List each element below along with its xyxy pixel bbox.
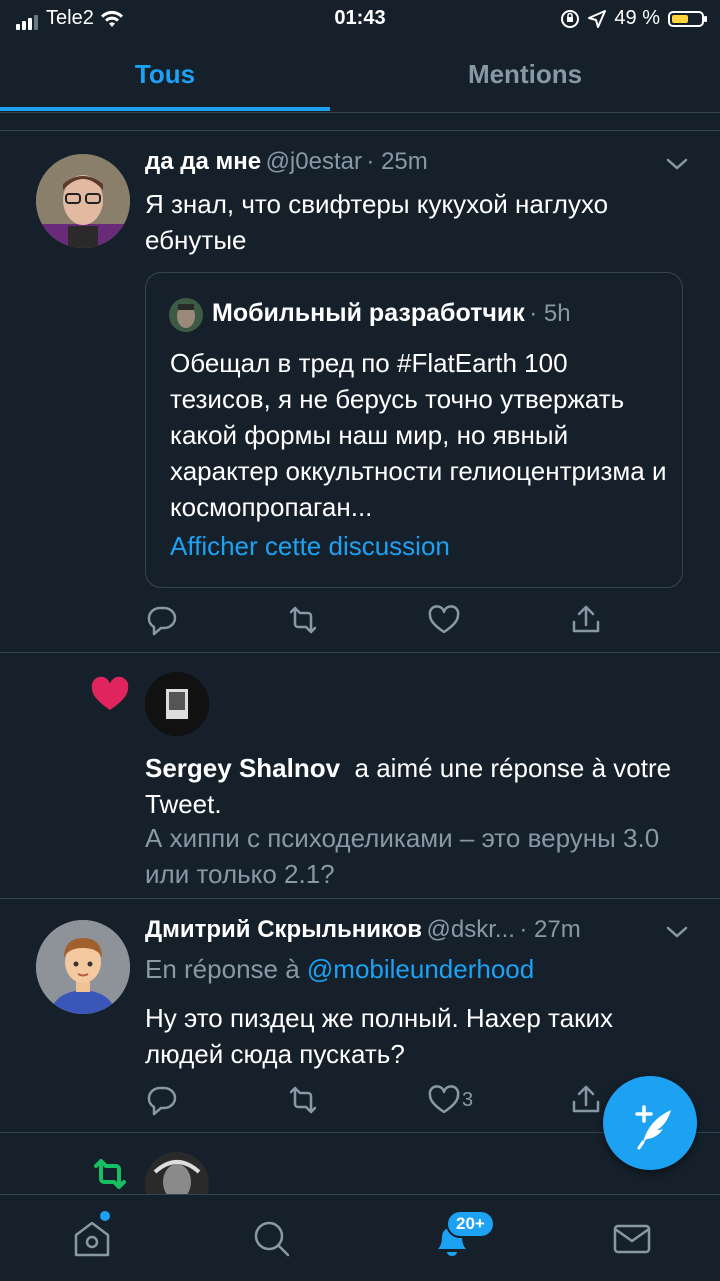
location-icon (588, 9, 607, 28)
retweet-notification-icon (94, 1159, 126, 1189)
notification-tabs: Tous Mentions (0, 38, 720, 113)
liker-name[interactable]: Sergey Shalnov (145, 753, 340, 783)
quote-header: Мобильный разработчик · 5h (212, 299, 571, 328)
like-notification-text[interactable]: Sergey Shalnov a aimé une réponse à votr… (145, 750, 675, 822)
quote-time: · 5h (529, 300, 571, 327)
author-name[interactable]: Дмитрий Скрыльников (145, 916, 422, 943)
retweet-icon[interactable] (283, 1080, 323, 1120)
tab-mentions[interactable]: Mentions (360, 38, 690, 110)
home-icon[interactable] (70, 1217, 114, 1261)
tweet-text: Ну это пиздец же полный. Нахер таких люд… (145, 1003, 613, 1069)
divider (0, 130, 720, 131)
tab-all[interactable]: Tous (0, 38, 330, 110)
reply-icon[interactable] (141, 600, 181, 640)
avatar[interactable] (36, 920, 130, 1014)
notifications-badge: 20+ (446, 1210, 495, 1238)
avatar[interactable] (36, 154, 130, 248)
like-icon[interactable] (424, 600, 464, 640)
quote-avatar (169, 298, 203, 332)
mail-icon[interactable] (610, 1217, 654, 1261)
share-icon[interactable] (566, 600, 606, 640)
divider (0, 898, 720, 899)
author-handle[interactable]: @dskr... (427, 916, 515, 943)
share-icon[interactable] (566, 1080, 606, 1120)
bottom-navigation (0, 1194, 720, 1281)
active-tab-indicator (0, 107, 330, 111)
rotation-lock-icon (561, 9, 580, 28)
author-handle[interactable]: @j0estar (266, 148, 362, 175)
tweet-time: · 27m (519, 916, 581, 943)
reply-to-handle[interactable]: @mobileunderhood (307, 954, 534, 984)
home-new-dot (100, 1211, 110, 1221)
avatar-image (36, 154, 130, 248)
battery-percent: 49 % (614, 7, 660, 29)
status-right: 49 % (560, 7, 707, 30)
chevron-down-icon[interactable] (665, 154, 689, 174)
avatar-image (36, 920, 130, 1014)
author-name[interactable]: да да мне (145, 148, 261, 175)
quote-text: Обещал в тред по #FlatEarth 100 тезисов,… (170, 348, 667, 522)
liker-avatar[interactable] (145, 672, 209, 736)
like-icon[interactable] (424, 1080, 464, 1120)
tweet-header: да да мне @j0estar · 25m (145, 148, 665, 176)
reply-context: En réponse à @mobileunderhood (145, 954, 534, 985)
quote-author-name: Мобильный разработчик (212, 299, 525, 327)
retweet-icon[interactable] (283, 600, 323, 640)
liked-reply-text: А хиппи с психоделиками – это веруны 3.0… (145, 823, 660, 889)
search-icon[interactable] (250, 1217, 294, 1261)
battery-icon (668, 10, 707, 27)
battery-fill (672, 14, 688, 23)
reply-icon[interactable] (141, 1080, 181, 1120)
tweet-time: · 25m (366, 148, 428, 175)
reply-prefix: En réponse à (145, 954, 300, 984)
heart-icon (91, 676, 129, 710)
like-count: 3 (462, 1089, 474, 1111)
divider (0, 652, 720, 653)
status-bar: Tele2 01:43 49 % (0, 0, 720, 38)
tweet-header: Дмитрий Скрыльников @dskr... · 27m (145, 916, 665, 944)
show-thread-link[interactable]: Afficher cette discussion (170, 531, 450, 562)
compose-tweet-button[interactable] (603, 1076, 697, 1170)
tweet-text: Я знал, что свифтеры кукухой наглухо ебн… (145, 189, 609, 255)
feather-plus-icon (635, 1105, 671, 1150)
quoted-tweet[interactable]: Мобильный разработчик · 5h Обещал в тред… (145, 272, 683, 588)
chevron-down-icon[interactable] (665, 922, 689, 942)
